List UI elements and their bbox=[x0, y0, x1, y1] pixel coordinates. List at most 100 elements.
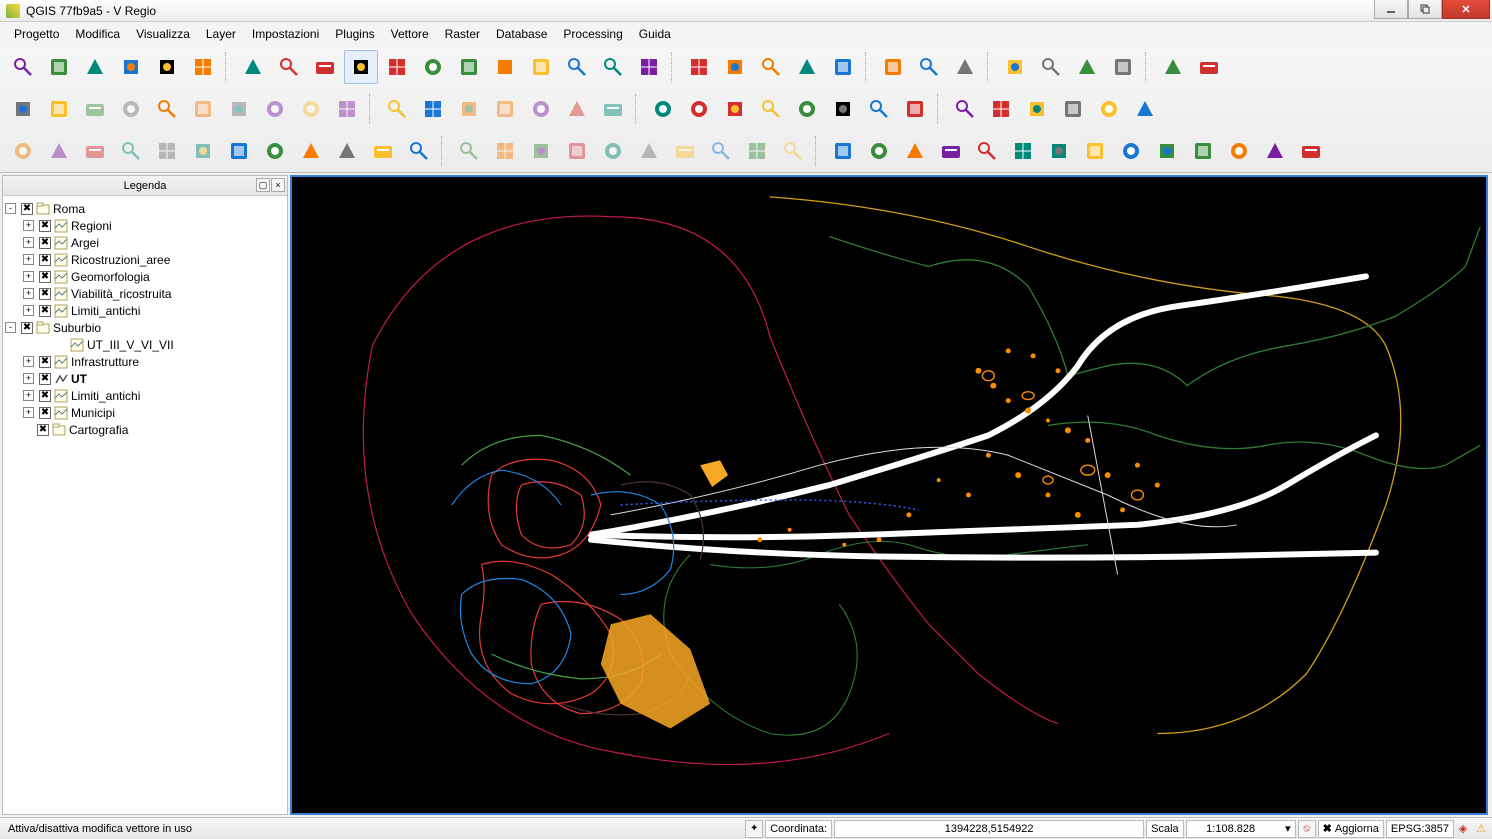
layer-cartografia[interactable]: ✖Cartografia bbox=[5, 421, 285, 438]
toolbtn-h2[interactable] bbox=[488, 134, 522, 168]
panel-undock-button[interactable]: ▢ bbox=[256, 178, 270, 192]
toolbtn-cut[interactable] bbox=[186, 92, 220, 126]
toolbtn-abc1[interactable] bbox=[380, 92, 414, 126]
menu-raster[interactable]: Raster bbox=[437, 24, 488, 44]
toolbtn-g3[interactable] bbox=[78, 134, 112, 168]
toolbtn-g10[interactable] bbox=[330, 134, 364, 168]
toolbtn-postgis[interactable] bbox=[790, 92, 824, 126]
toolbtn-zoom-native[interactable] bbox=[416, 50, 450, 84]
toolbtn-layout-manager[interactable] bbox=[186, 50, 220, 84]
visibility-checkbox[interactable]: ✖ bbox=[39, 288, 51, 300]
visibility-checkbox[interactable]: ✖ bbox=[39, 390, 51, 402]
toolbtn-edit-line[interactable] bbox=[42, 92, 76, 126]
refresh-label[interactable]: Aggiorna bbox=[1335, 823, 1379, 835]
expand-toggle[interactable]: + bbox=[23, 305, 34, 316]
expand-toggle[interactable]: + bbox=[23, 407, 34, 418]
toolbtn-paste[interactable] bbox=[258, 92, 292, 126]
toolbtn-edit-nodes[interactable] bbox=[114, 92, 148, 126]
toolbtn-v1[interactable] bbox=[948, 92, 982, 126]
toolbtn-i10[interactable] bbox=[1150, 134, 1184, 168]
menu-modifica[interactable]: Modifica bbox=[67, 24, 128, 44]
layer-limiti_antichi[interactable]: +✖Limiti_antichi bbox=[5, 302, 285, 319]
toolbtn-h3[interactable] bbox=[524, 134, 558, 168]
toolbtn-v6[interactable] bbox=[1128, 92, 1162, 126]
toolbtn-g8[interactable] bbox=[258, 134, 292, 168]
toolbtn-whats-this[interactable] bbox=[1192, 50, 1226, 84]
toolbtn-i8[interactable] bbox=[1078, 134, 1112, 168]
toolbtn-v2[interactable] bbox=[984, 92, 1018, 126]
toolbtn-pan-select[interactable] bbox=[272, 50, 306, 84]
visibility-checkbox[interactable]: ✖ bbox=[39, 356, 51, 368]
toolbtn-i9[interactable] bbox=[1114, 134, 1148, 168]
toolbtn-i4[interactable] bbox=[934, 134, 968, 168]
toolbtn-h4[interactable] bbox=[560, 134, 594, 168]
toolbtn-new-layout[interactable] bbox=[150, 50, 184, 84]
toolbtn-i14[interactable] bbox=[1294, 134, 1328, 168]
toolbtn-i12[interactable] bbox=[1222, 134, 1256, 168]
toolbtn-save[interactable] bbox=[78, 50, 112, 84]
toolbtn-g9[interactable] bbox=[294, 134, 328, 168]
toolbtn-save-as[interactable] bbox=[114, 50, 148, 84]
toolbtn-g7[interactable] bbox=[222, 134, 256, 168]
expand-toggle[interactable]: + bbox=[23, 288, 34, 299]
toolbtn-text-annot[interactable] bbox=[1106, 50, 1140, 84]
stop-render-button[interactable]: ⦸ bbox=[1298, 820, 1316, 838]
toolbtn-h7[interactable] bbox=[668, 134, 702, 168]
toolbtn-zoom-selection[interactable] bbox=[488, 50, 522, 84]
toolbtn-abc3[interactable] bbox=[452, 92, 486, 126]
toolbtn-zoom-extent[interactable] bbox=[308, 50, 342, 84]
toolbtn-wcs[interactable] bbox=[718, 92, 752, 126]
scale-dropdown-icon[interactable]: ▾ bbox=[1285, 822, 1291, 835]
toolbtn-h5[interactable] bbox=[596, 134, 630, 168]
toolbtn-abc5[interactable] bbox=[524, 92, 558, 126]
toolbtn-identify[interactable] bbox=[682, 50, 716, 84]
visibility-checkbox[interactable]: ✖ bbox=[21, 322, 33, 334]
toolbtn-edit-pencil[interactable] bbox=[6, 92, 40, 126]
scale-input[interactable] bbox=[1191, 823, 1271, 835]
toolbtn-expression[interactable] bbox=[826, 50, 860, 84]
toolbtn-wfs[interactable] bbox=[682, 92, 716, 126]
visibility-checkbox[interactable]: ✖ bbox=[39, 220, 51, 232]
toolbtn-g2[interactable] bbox=[42, 134, 76, 168]
toolbtn-abc6[interactable] bbox=[560, 92, 594, 126]
toolbtn-refresh[interactable] bbox=[632, 50, 666, 84]
toolbtn-save-edits[interactable] bbox=[78, 92, 112, 126]
epsg-label[interactable]: EPSG:3857 bbox=[1391, 823, 1449, 835]
toolbtn-csw[interactable] bbox=[754, 92, 788, 126]
toolbtn-i5[interactable] bbox=[970, 134, 1004, 168]
menu-progetto[interactable]: Progetto bbox=[6, 24, 67, 44]
toolbtn-i7[interactable] bbox=[1042, 134, 1076, 168]
toolbtn-zoom-last[interactable] bbox=[560, 50, 594, 84]
toolbtn-bookmark[interactable] bbox=[1034, 50, 1068, 84]
visibility-checkbox[interactable]: ✖ bbox=[39, 254, 51, 266]
coord-input[interactable] bbox=[839, 823, 1139, 835]
toolbtn-bookmark-new[interactable] bbox=[1070, 50, 1104, 84]
visibility-checkbox[interactable]: ✖ bbox=[39, 407, 51, 419]
toolbtn-open-folder[interactable] bbox=[42, 50, 76, 84]
toolbtn-attr-table[interactable] bbox=[876, 50, 910, 84]
visibility-checkbox[interactable]: ✖ bbox=[39, 271, 51, 283]
toolbtn-i11[interactable] bbox=[1186, 134, 1220, 168]
menu-guida[interactable]: Guida bbox=[631, 24, 679, 44]
expand-toggle[interactable]: - bbox=[5, 322, 16, 333]
toolbtn-mssql[interactable] bbox=[862, 92, 896, 126]
expand-toggle[interactable]: + bbox=[23, 271, 34, 282]
toolbtn-v4[interactable] bbox=[1056, 92, 1090, 126]
toolbtn-abc7[interactable] bbox=[596, 92, 630, 126]
toolbtn-g12[interactable] bbox=[402, 134, 436, 168]
toolbtn-select-dropdown[interactable] bbox=[754, 50, 788, 84]
crs-status-icon[interactable]: ◈ bbox=[1454, 820, 1472, 838]
layer-roma[interactable]: -✖Roma bbox=[5, 200, 285, 217]
toolbtn-zoom-next[interactable] bbox=[596, 50, 630, 84]
layer-ut[interactable]: +✖UT bbox=[5, 370, 285, 387]
expand-toggle[interactable]: + bbox=[23, 254, 34, 265]
toolbtn-info-dropdown[interactable] bbox=[718, 50, 752, 84]
visibility-checkbox[interactable]: ✖ bbox=[39, 373, 51, 385]
toolbtn-zoom-in[interactable] bbox=[344, 50, 378, 84]
toolbtn-v3[interactable] bbox=[1020, 92, 1054, 126]
layer-argei[interactable]: +✖Argei bbox=[5, 234, 285, 251]
crs-toggle-button[interactable]: ✦ bbox=[745, 820, 763, 838]
layer-limiti_antichi[interactable]: +✖Limiti_antichi bbox=[5, 387, 285, 404]
menu-plugins[interactable]: Plugins bbox=[327, 24, 382, 44]
toolbtn-v5[interactable] bbox=[1092, 92, 1126, 126]
